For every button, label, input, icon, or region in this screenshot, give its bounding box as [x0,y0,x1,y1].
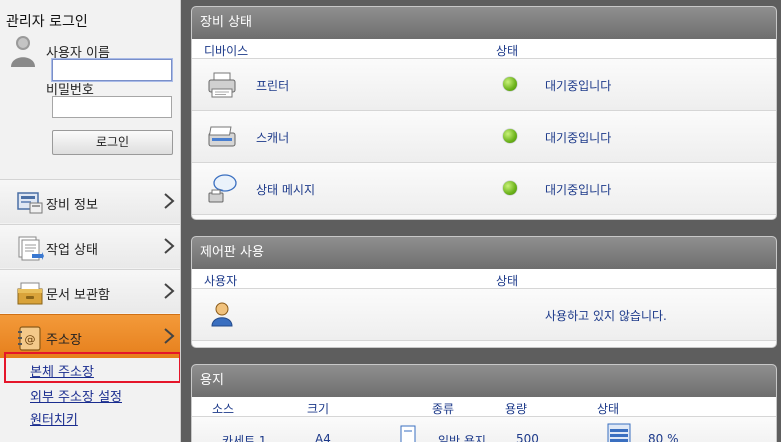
paper-size: A4 [315,432,331,442]
col-size: 크기 [307,402,330,416]
login-button[interactable]: 로그인 [52,130,173,155]
paper-capacity: 500 [516,432,539,442]
device-row-message: 상태 메시지 대기중입니다 [192,163,776,215]
svg-text:@: @ [25,333,36,346]
paper-row-cassette-1: 카세트 1 A4 일반 용지 500 80 % [192,417,776,442]
nav-device-info-label: 장비 정보 [46,198,98,213]
user-avatar-icon [11,36,35,67]
document-box-icon [17,282,43,305]
chevron-right-icon [164,193,175,209]
col-type: 종류 [432,402,455,416]
paper-source: 카세트 1 [222,434,267,442]
col-capacity: 용량 [505,402,528,416]
nav-document-box[interactable]: 문서 보관함 [0,269,180,313]
col-status: 상태 [597,402,620,416]
nav-job-status-label: 작업 상태 [46,243,98,258]
submenu-main-address-book[interactable]: 본체 주소장 [30,361,94,380]
scanner-icon [208,126,236,147]
nav-job-status[interactable]: 작업 상태 [0,224,180,268]
paper-level-icon [607,423,631,442]
col-status: 상태 [496,44,519,58]
paper-panel: 용지 소스 크기 종류 용량 상태 카세트 1 A4 일반 용지 500 80 … [191,364,777,442]
job-status-icon [18,236,44,261]
nav-address-book-label: 주소장 [46,333,82,348]
submenu-one-touch-key[interactable]: 원터치키 [30,409,78,428]
panel-usage-panel: 제어판 사용 사용자 상태 사용하고 있지 않습니다. [191,236,777,348]
status-ok-indicator [503,77,517,91]
paper-level: 80 % [648,432,679,442]
nav-device-info[interactable]: 장비 정보 [0,179,180,223]
col-user: 사용자 [204,274,238,288]
paper-type: 일반 용지 [438,434,486,442]
panel-usage-status: 사용하고 있지 않습니다. [545,309,667,323]
device-status-message: 대기중입니다 [545,183,612,197]
device-name-printer: 프린터 [256,79,290,93]
status-ok-indicator [503,129,517,143]
device-status-printer: 대기중입니다 [545,79,612,93]
device-status-title: 장비 상태 [192,7,776,39]
paper-header: 소스 크기 종류 용량 상태 [192,397,776,417]
status-ok-indicator [503,181,517,195]
device-row-printer: 프린터 대기중입니다 [192,59,776,111]
printer-icon [208,72,236,98]
device-name-scanner: 스캐너 [256,131,290,145]
paper-title: 용지 [192,365,776,397]
col-status: 상태 [496,274,519,288]
sidebar: 관리자 로그인 사용자 이름 비밀번호 로그인 장비 정보 작업 상태 문서 보… [0,0,181,442]
device-row-scanner: 스캐너 대기중입니다 [192,111,776,163]
device-status-header: 디바이스 상태 [192,39,776,59]
chevron-right-icon [164,283,175,299]
message-icon [208,174,237,203]
paper-sheet-icon [400,425,416,442]
submenu-external-address-book[interactable]: 외부 주소장 설정 [30,386,122,405]
login-title: 관리자 로그인 [6,14,88,30]
col-device: 디바이스 [204,44,249,58]
address-book-icon: @ [18,326,41,351]
device-info-icon [17,192,43,214]
username-input[interactable] [52,59,172,81]
col-source: 소스 [212,402,235,416]
panel-usage-title: 제어판 사용 [192,237,776,269]
password-input[interactable] [52,96,172,118]
device-name-message: 상태 메시지 [256,183,316,197]
user-icon [211,302,233,327]
panel-usage-header: 사용자 상태 [192,269,776,289]
chevron-right-icon [164,238,175,254]
chevron-right-icon [164,328,175,344]
panel-usage-row: 사용하고 있지 않습니다. [192,289,776,341]
device-status-scanner: 대기중입니다 [545,131,612,145]
nav-document-box-label: 문서 보관함 [46,288,110,303]
device-status-panel: 장비 상태 디바이스 상태 프린터 대기중입니다 스캐너 대기중입니다 상태 메… [191,6,777,220]
